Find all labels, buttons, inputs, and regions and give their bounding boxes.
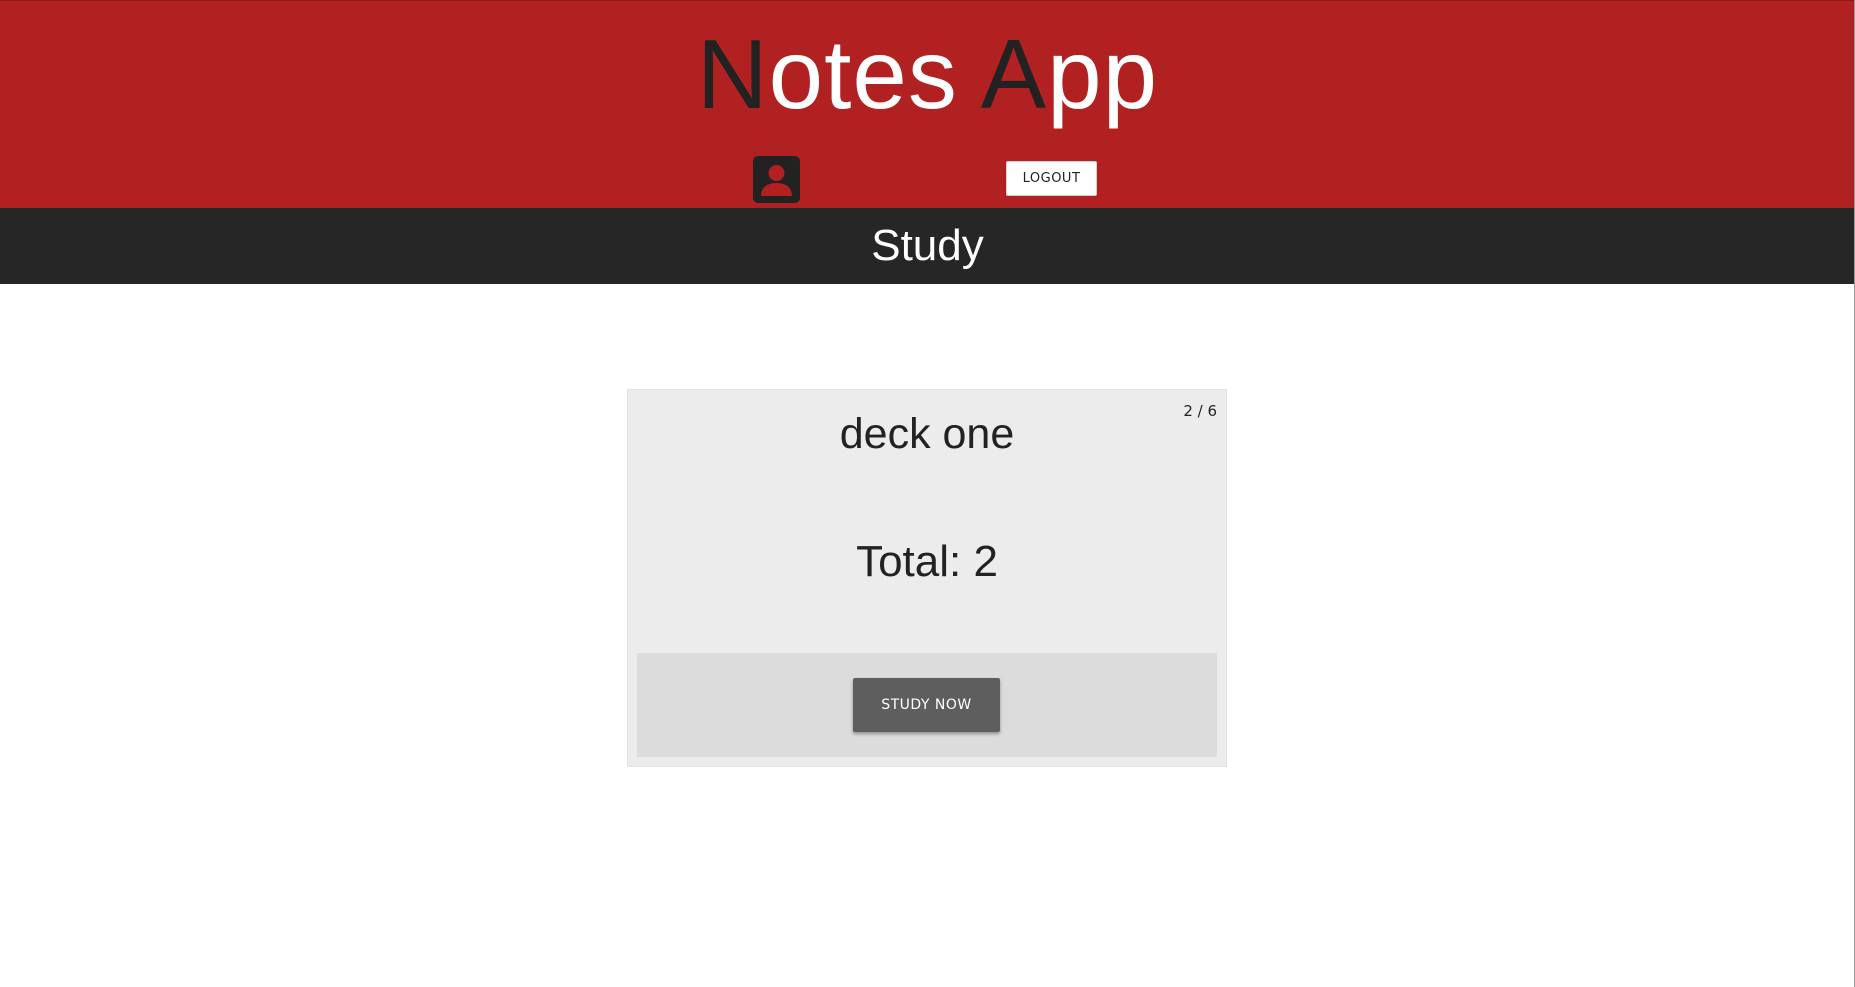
app-title-part-pp: pp <box>1047 19 1159 129</box>
page: Notes App LOGOUT Study 2 / 6 deck one To… <box>0 0 1855 987</box>
app-title-part-otes: otes <box>768 19 981 129</box>
deck-card: 2 / 6 deck one Total: 2 STUDY NOW <box>627 389 1227 767</box>
account-box-icon-graphic <box>753 156 800 203</box>
deck-total: Total: 2 <box>856 537 998 586</box>
app-title-letter-a: A <box>980 19 1048 129</box>
deck-name: deck one <box>839 410 1015 458</box>
page-title-bar: Study <box>0 208 1855 284</box>
app-header: Notes App LOGOUT <box>0 0 1855 208</box>
app-title: Notes App <box>0 19 1855 129</box>
logout-button[interactable]: LOGOUT <box>1006 161 1097 196</box>
app-title-letter-n: N <box>696 19 769 129</box>
deck-card-footer: STUDY NOW <box>637 653 1217 757</box>
account-box-icon[interactable] <box>753 156 800 203</box>
page-title: Study <box>871 221 984 270</box>
study-now-button[interactable]: STUDY NOW <box>853 678 1000 732</box>
